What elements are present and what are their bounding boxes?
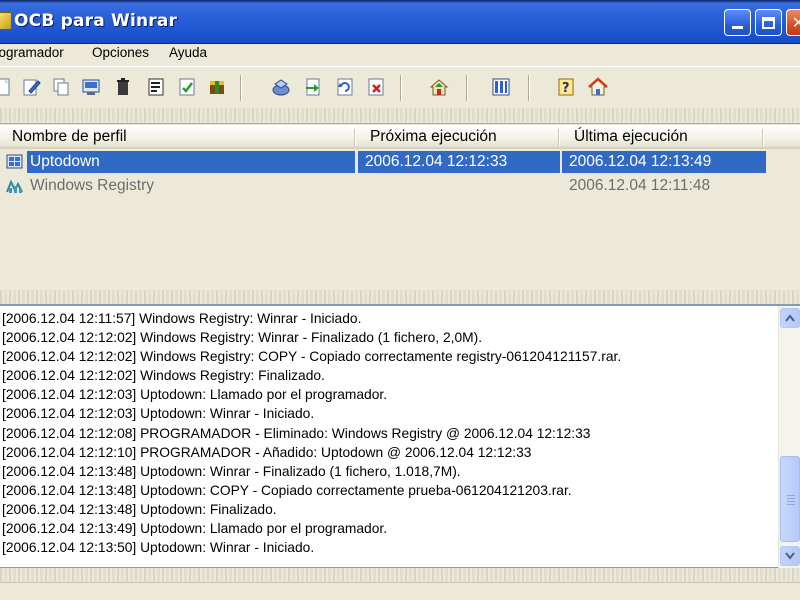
log-line: [2006.12.04 12:12:03] Uptodown: Winrar -… [2,406,315,422]
grip-line [787,501,795,502]
log-line: [2006.12.04 12:12:08] PROGRAMADOR - Elim… [2,425,591,441]
profiles-list: Nombre de perfil Próxima ejecución Últim… [0,123,800,289]
new-profile-icon[interactable] [0,76,14,98]
menu-opciones[interactable]: Opciones [92,45,149,60]
log-line: [2006.12.04 12:13:50] Uptodown: Winrar -… [2,540,315,556]
log-line: [2006.12.04 12:12:02] Windows Registry: … [2,330,483,346]
check-icon[interactable] [176,76,198,98]
table-row[interactable]: Windows Registry 2006.12.04 12:11:48 [0,175,800,197]
log-line: [2006.12.04 12:11:57] Windows Registry: … [2,311,362,326]
vertical-scrollbar[interactable] [778,306,800,568]
column-divider[interactable] [354,129,356,146]
profile-last-run: 2006.12.04 12:13:49 [569,153,712,170]
scroll-up-button[interactable] [780,308,800,328]
list-header: Nombre de perfil Próxima ejecución Últim… [0,125,800,149]
window-title: OCB para Winrar [14,11,178,31]
log-line: [2006.12.04 12:13:48] Uptodown: COPY - C… [2,482,572,498]
profile-last-run: 2006.12.04 12:11:48 [569,177,711,194]
minimize-icon [732,26,743,29]
app-icon [0,12,12,30]
columns-icon[interactable] [490,76,512,98]
column-header-name[interactable]: Nombre de perfil [12,128,127,146]
log-line: [2006.12.04 12:12:03] Uptodown: Llamado … [2,387,388,403]
profile-icon [6,154,24,170]
menu-programador[interactable]: rogramador [0,45,64,60]
backup-icon[interactable] [270,76,292,98]
close-icon: ✕ [791,12,800,32]
menu-ayuda[interactable]: Ayuda [169,45,207,60]
grip-line [787,504,795,505]
delete-icon[interactable] [112,76,134,98]
toolbar: ? [0,66,800,108]
log-line: [2006.12.04 12:13:49] Uptodown: Llamado … [2,521,388,537]
maximize-icon [762,16,775,29]
decorative-band [0,568,800,582]
log-line: [2006.12.04 12:12:02] Windows Registry: … [2,368,325,384]
column-header-next-run[interactable]: Próxima ejecución [370,128,497,146]
profile-name: Windows Registry [30,177,155,194]
profile-name: Uptodown [30,153,100,170]
svg-text:?: ? [562,81,570,96]
log-lines: [2006.12.04 12:11:57] Windows Registry: … [2,309,776,557]
refresh-icon[interactable] [334,76,356,98]
column-header-last-run[interactable]: Última ejecución [574,128,688,146]
title-bar[interactable]: OCB para Winrar ✕ [0,0,800,44]
column-divider[interactable] [558,129,560,146]
grip-line [787,498,795,499]
log-line: [2006.12.04 12:12:10] PROGRAMADOR - Añad… [2,444,532,460]
maximize-button[interactable] [755,9,782,36]
close-button[interactable]: ✕ [786,9,800,36]
home-export-icon[interactable] [428,76,450,98]
home-icon[interactable] [587,76,609,98]
edit-profile-icon[interactable] [20,76,42,98]
scroll-thumb[interactable] [780,456,800,542]
toolbar-separator [240,75,242,101]
splitter[interactable] [0,290,800,304]
log-line: [2006.12.04 12:13:48] Uptodown: Finaliza… [2,501,277,517]
decorative-band [0,108,800,122]
cancel-icon[interactable] [365,76,387,98]
restore-icon[interactable] [302,76,324,98]
status-bar [0,582,800,600]
log-line: [2006.12.04 12:13:48] Uptodown: Winrar -… [2,463,461,479]
log-line: [2006.12.04 12:12:02] Windows Registry: … [2,349,622,365]
chevron-up-icon [785,314,795,322]
table-row[interactable]: Uptodown 2006.12.04 12:12:33 2006.12.04 … [0,151,800,173]
help-icon[interactable]: ? [555,76,577,98]
toolbar-separator [528,75,530,101]
registry-icon [6,178,24,194]
run-icon[interactable] [206,76,228,98]
toolbar-separator [400,75,402,101]
script-icon[interactable] [145,76,167,98]
grip-line [787,495,795,496]
copy-profile-icon[interactable] [50,76,72,98]
chevron-down-icon [785,552,795,560]
toolbar-separator [466,75,468,101]
app-window: OCB para Winrar ✕ rogramador Opciones Ay… [0,0,800,600]
menu-bar: rogramador Opciones Ayuda [0,44,800,64]
scroll-down-button[interactable] [780,546,800,566]
log-panel[interactable]: [2006.12.04 12:11:57] Windows Registry: … [0,304,800,568]
profile-next-run: 2006.12.04 12:12:33 [365,153,508,170]
properties-icon[interactable] [80,76,102,98]
column-divider[interactable] [762,129,764,146]
minimize-button[interactable] [724,9,751,36]
